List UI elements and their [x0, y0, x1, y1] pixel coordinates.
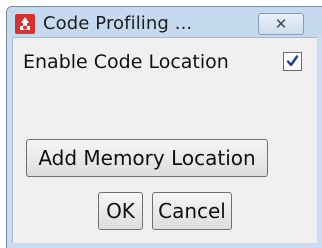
cancel-button[interactable]: Cancel: [152, 192, 232, 230]
title-bar[interactable]: Code Profiling ... ✕: [7, 7, 322, 37]
window-title: Code Profiling ...: [43, 13, 193, 34]
close-icon: ✕: [274, 15, 288, 33]
close-button[interactable]: ✕: [258, 13, 304, 35]
ok-button[interactable]: OK: [98, 192, 143, 230]
checkmark-icon: [286, 55, 299, 67]
enable-code-location-checkbox[interactable]: [283, 52, 302, 71]
app-icon: [15, 14, 35, 34]
enable-code-location-label: Enable Code Location: [23, 51, 229, 73]
add-memory-location-button[interactable]: Add Memory Location: [26, 139, 268, 177]
